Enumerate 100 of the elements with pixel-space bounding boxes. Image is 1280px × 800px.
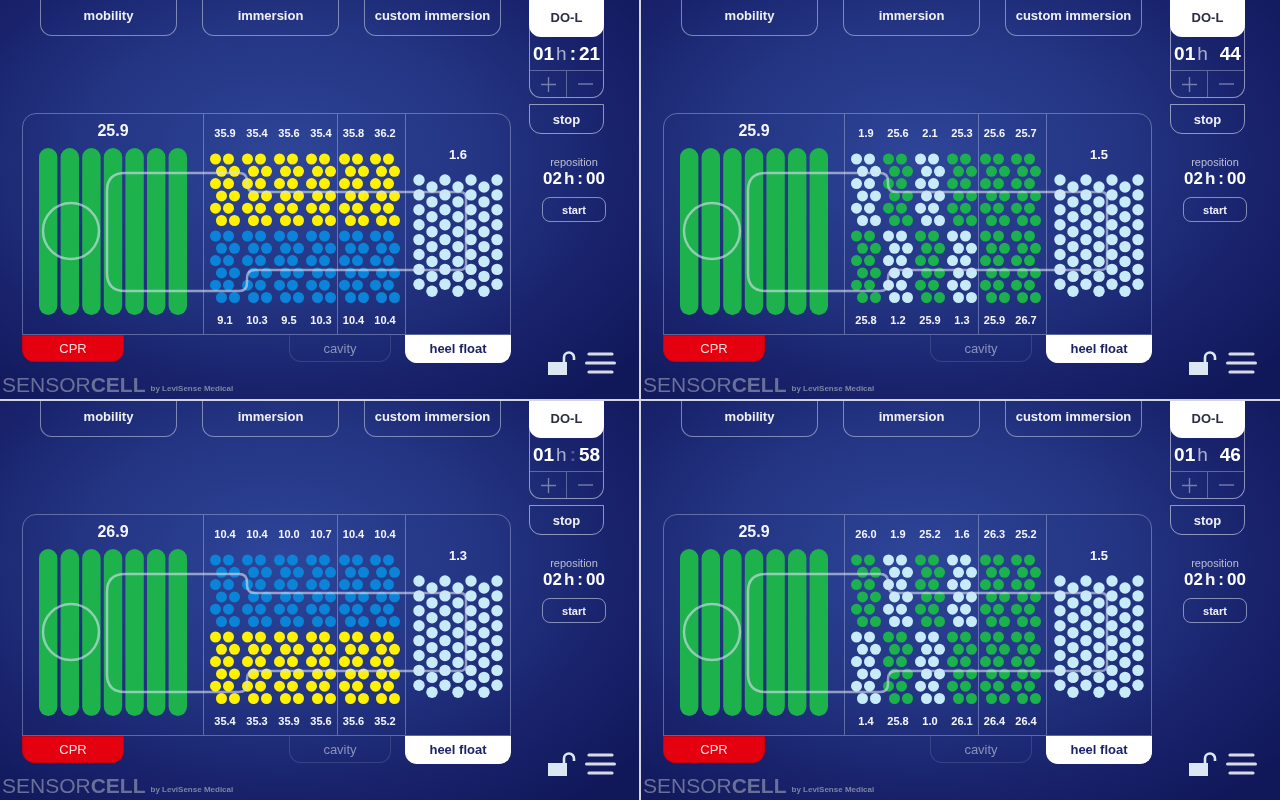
zone-reading: 10.0 bbox=[278, 527, 300, 542]
zone-reading: 26.0 bbox=[855, 527, 877, 542]
mode-button[interactable]: immersion bbox=[843, 401, 980, 437]
toggle-button[interactable]: heel float bbox=[405, 736, 511, 764]
zone-reading: 10.4 bbox=[342, 313, 365, 328]
profile-tab[interactable]: DO-L bbox=[529, 0, 604, 37]
menu-icon[interactable] bbox=[585, 752, 616, 775]
start-button[interactable]: start bbox=[1183, 598, 1247, 623]
zone-reading: 36.2 bbox=[374, 126, 396, 141]
time-hours: 01 bbox=[1174, 443, 1196, 466]
reposition-label: reposition bbox=[1191, 155, 1239, 169]
zone-reading: 9.1 bbox=[217, 313, 233, 328]
time-minutes: 00 bbox=[1227, 569, 1246, 591]
stop-button[interactable]: stop bbox=[529, 104, 604, 134]
stop-button[interactable]: stop bbox=[1170, 104, 1245, 134]
toggle-button[interactable]: heel float bbox=[405, 335, 511, 363]
zone-reading: 1.9 bbox=[890, 527, 906, 542]
logo-tagline: by LeviSense Medical bbox=[791, 785, 875, 795]
padlock-icon[interactable] bbox=[548, 751, 576, 776]
time-unit: h bbox=[563, 569, 575, 591]
logo-tagline: by LeviSense Medical bbox=[150, 384, 234, 394]
mode-button[interactable]: mobility bbox=[681, 401, 818, 437]
padlock-icon[interactable] bbox=[548, 350, 576, 375]
zone-reading: 25.8 bbox=[887, 714, 909, 729]
mode-button[interactable]: custom immersion bbox=[364, 0, 501, 36]
time-minutes: 00 bbox=[1227, 168, 1246, 190]
mode-button[interactable]: custom immersion bbox=[364, 401, 501, 437]
minus-icon bbox=[577, 83, 593, 85]
zone-reading: 25.3 bbox=[951, 126, 973, 141]
head-reading: 26.9 bbox=[97, 522, 129, 542]
time-hours: 01 bbox=[532, 42, 555, 65]
zone-reading: 10.3 bbox=[310, 313, 332, 328]
zone-reading: 10.4 bbox=[246, 527, 268, 542]
zone-reading: 26.4 bbox=[1015, 714, 1037, 729]
zone-reading: 1.0 bbox=[922, 714, 938, 729]
start-button[interactable]: start bbox=[1183, 197, 1247, 222]
menu-icon[interactable] bbox=[1226, 351, 1257, 374]
time-colon: : bbox=[569, 443, 576, 466]
zone-reading: 25.2 bbox=[1015, 527, 1037, 542]
zone-reading: 26.4 bbox=[983, 714, 1006, 729]
start-button[interactable]: start bbox=[542, 598, 606, 623]
stop-button[interactable]: stop bbox=[529, 505, 604, 535]
zone-reading: 35.8 bbox=[342, 126, 365, 141]
emergency-button[interactable]: CPR bbox=[22, 335, 124, 362]
mode-button[interactable]: custom immersion bbox=[1005, 0, 1142, 36]
zone-reading: 9.5 bbox=[281, 313, 297, 328]
padlock-icon[interactable] bbox=[1189, 751, 1217, 776]
emergency-button[interactable]: CPR bbox=[663, 736, 765, 763]
zone-reading: 26.7 bbox=[1015, 313, 1037, 328]
start-button[interactable]: start bbox=[542, 197, 606, 222]
toggle-button[interactable]: heel float bbox=[1046, 736, 1152, 764]
emergency-button[interactable]: CPR bbox=[663, 335, 765, 362]
mode-button[interactable]: mobility bbox=[40, 401, 177, 437]
profile-tab[interactable]: DO-L bbox=[1170, 401, 1245, 438]
logo-wordmark: SENSORCELL bbox=[643, 374, 787, 396]
zone-reading: 26.3 bbox=[983, 527, 1006, 542]
mode-button[interactable]: immersion bbox=[202, 401, 339, 437]
zone-reading: 25.6 bbox=[983, 126, 1006, 141]
mode-button[interactable]: custom immersion bbox=[1005, 401, 1142, 437]
emergency-button[interactable]: CPR bbox=[22, 736, 124, 763]
profile-tab[interactable]: DO-L bbox=[1170, 0, 1245, 37]
time-minutes: 00 bbox=[586, 168, 605, 190]
mode-button[interactable]: immersion bbox=[202, 0, 339, 36]
zone-reading: 26.1 bbox=[951, 714, 973, 729]
heel-reading: 1.5 bbox=[1089, 548, 1109, 564]
zone-reading: 25.7 bbox=[1015, 126, 1037, 141]
zone-reading: 25.8 bbox=[855, 313, 877, 328]
time-unit: h bbox=[1197, 42, 1208, 65]
menu-icon[interactable] bbox=[1226, 752, 1257, 775]
time-colon: : bbox=[1218, 569, 1225, 591]
reposition-label: reposition bbox=[550, 556, 598, 570]
mode-button[interactable]: mobility bbox=[40, 0, 177, 36]
time-minutes: 44 bbox=[1219, 42, 1241, 65]
plus-icon bbox=[1181, 477, 1197, 493]
zone-reading: 35.2 bbox=[374, 714, 396, 729]
minus-icon bbox=[1218, 484, 1234, 486]
toggle-button[interactable]: heel float bbox=[1046, 335, 1152, 363]
time-minutes: 46 bbox=[1219, 443, 1241, 466]
time-unit: h bbox=[563, 168, 575, 190]
menu-icon[interactable] bbox=[585, 351, 616, 374]
mode-button[interactable]: immersion bbox=[843, 0, 980, 36]
time-unit: h bbox=[556, 42, 567, 65]
zone-reading: 35.6 bbox=[342, 714, 365, 729]
time-minutes: 00 bbox=[586, 569, 605, 591]
zone-reading: 10.3 bbox=[246, 313, 268, 328]
zone-reading: 1.3 bbox=[954, 313, 970, 328]
plus-icon bbox=[540, 76, 556, 92]
minus-icon bbox=[577, 484, 593, 486]
mode-button[interactable]: mobility bbox=[681, 0, 818, 36]
profile-tab[interactable]: DO-L bbox=[529, 401, 604, 438]
heel-reading: 1.3 bbox=[448, 548, 468, 564]
zone-reading: 35.9 bbox=[214, 126, 236, 141]
logo-tagline: by LeviSense Medical bbox=[150, 785, 234, 795]
logo-tagline: by LeviSense Medical bbox=[791, 384, 875, 394]
time-minutes: 21 bbox=[578, 42, 601, 65]
padlock-icon[interactable] bbox=[1189, 350, 1217, 375]
time-colon: : bbox=[569, 42, 576, 65]
time-hours: 02 bbox=[543, 569, 562, 591]
stop-button[interactable]: stop bbox=[1170, 505, 1245, 535]
reposition-label: reposition bbox=[550, 155, 598, 169]
